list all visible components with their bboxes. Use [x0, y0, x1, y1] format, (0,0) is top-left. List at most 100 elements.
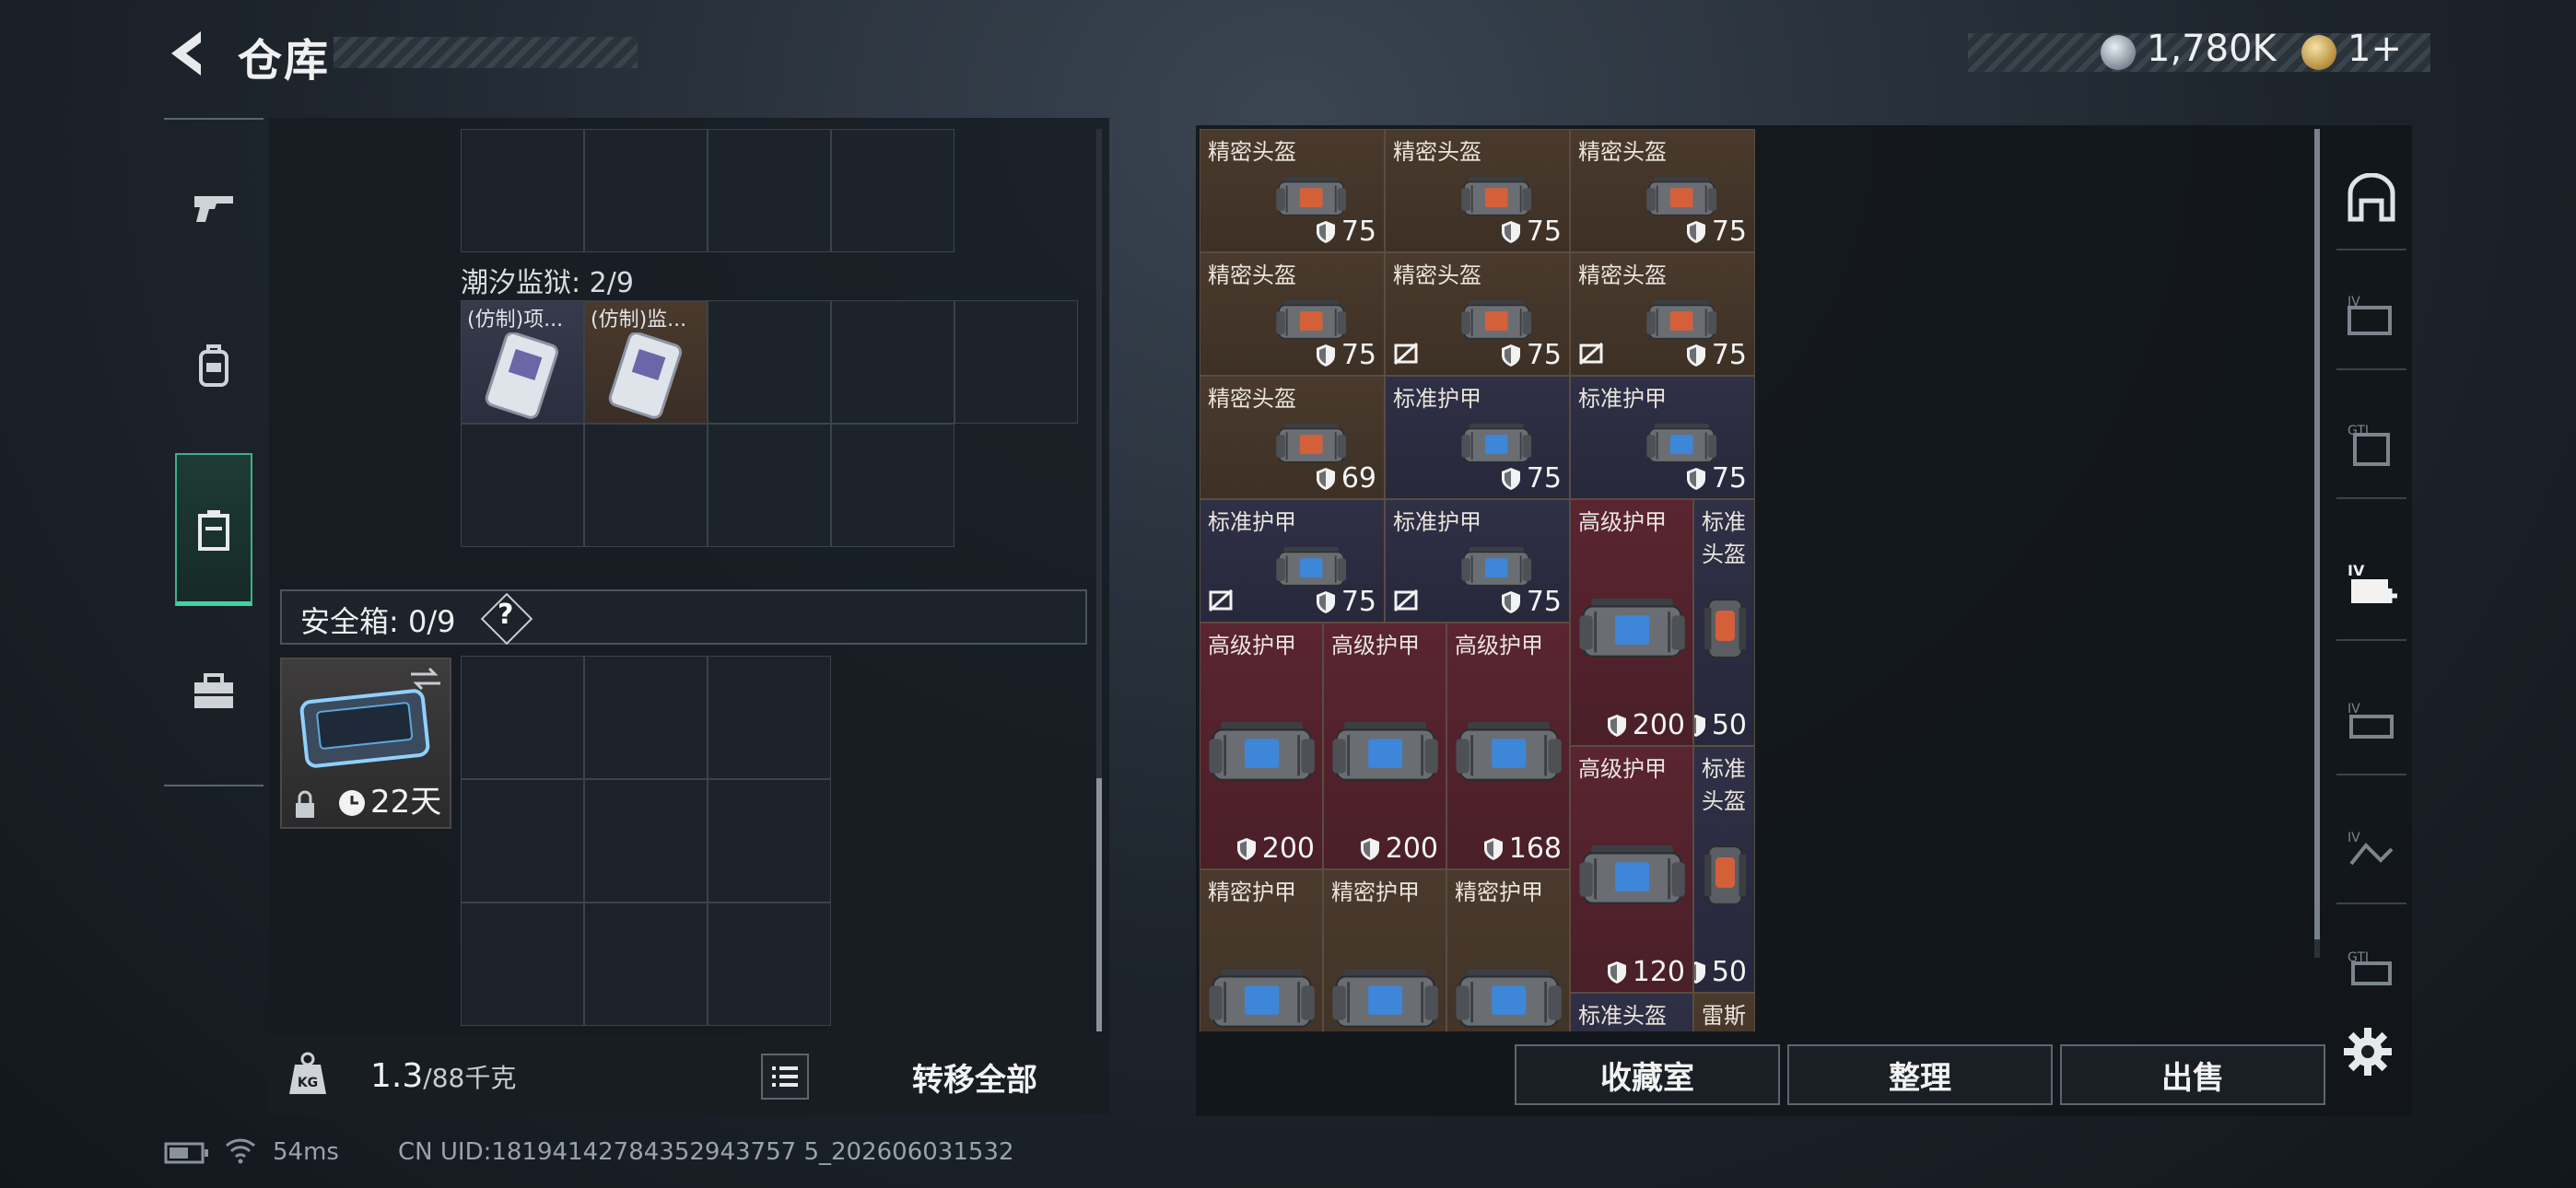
durability-value: 50	[1711, 709, 1747, 741]
item-name: 精密头盔	[1393, 262, 1481, 288]
grid-cell[interactable]	[708, 129, 831, 252]
stash-item[interactable]: 标准头盔	[1570, 993, 1693, 1031]
shield-icon	[1483, 837, 1503, 860]
gold-coin-icon	[2301, 35, 2336, 70]
stash-item[interactable]: 高级护甲 200	[1323, 623, 1446, 869]
grid-cell[interactable]	[708, 300, 831, 424]
filter-medical[interactable]: IV	[2336, 538, 2406, 641]
stash-item[interactable]: 标准头盔 50	[1693, 746, 1755, 993]
stash-item[interactable]: 精密护甲	[1323, 869, 1446, 1031]
grid-cell[interactable]	[461, 779, 584, 903]
shield-icon	[1607, 961, 1626, 984]
transfer-all-button[interactable]: 转移全部	[857, 1048, 1093, 1105]
svg-text:KG: KG	[298, 1076, 318, 1090]
stash-item[interactable]: 标准护甲 75	[1570, 376, 1755, 499]
filter-equipment[interactable]: IV	[2336, 801, 2406, 904]
stash-item[interactable]: 精密头盔 75	[1570, 129, 1755, 252]
stash-item[interactable]: 高级护甲 120	[1570, 746, 1693, 993]
shield-icon	[1501, 220, 1520, 243]
grid-cell[interactable]	[708, 779, 831, 903]
shield-icon	[1694, 714, 1705, 737]
gold-amount[interactable]: 1+	[2348, 28, 2402, 70]
settings-gear-icon[interactable]	[2340, 1024, 2395, 1079]
filter-attachments[interactable]: GTI	[2336, 396, 2406, 499]
stash-item[interactable]: 精密头盔 75	[1200, 129, 1385, 252]
stash-item[interactable]: 精密护甲	[1446, 869, 1570, 1031]
stash-item[interactable]: 精密头盔 75	[1385, 252, 1570, 376]
stash-item[interactable]: 高级护甲 200	[1570, 499, 1693, 746]
grid-cell[interactable]	[461, 656, 584, 779]
durability: 75	[1686, 462, 1747, 495]
stash-item[interactable]: 精密头盔 75	[1385, 129, 1570, 252]
grid-cell[interactable]	[954, 300, 1078, 424]
durability: 75	[1501, 586, 1562, 618]
safebox-slot[interactable]: 22天	[280, 658, 451, 829]
grid-cell[interactable]	[584, 656, 708, 779]
grid-cell[interactable]	[708, 903, 831, 1026]
list-view-button[interactable]	[761, 1054, 809, 1100]
no-trade-icon	[1393, 342, 1419, 366]
stash-scrollbar-thumb[interactable]	[2314, 129, 2320, 939]
stash-item[interactable]: 精密头盔 69	[1200, 376, 1385, 499]
collection-room-button[interactable]: 收藏室	[1515, 1044, 1780, 1105]
stash-item[interactable]: 标准护甲 75	[1385, 499, 1570, 623]
grid-cell[interactable]	[584, 424, 708, 547]
durability: 75	[1686, 339, 1747, 371]
misc-filter-icon: GTI	[2348, 950, 2392, 985]
case-icon	[198, 510, 229, 551]
stash-item[interactable]: 高级护甲 168	[1446, 623, 1570, 869]
no-trade-icon	[1393, 588, 1419, 612]
container-item[interactable]: (仿制)监...	[584, 300, 708, 424]
weapon-filter-icon: IV	[2348, 295, 2392, 335]
grid-cell[interactable]	[708, 424, 831, 547]
stash-item[interactable]: 标准护甲 75	[1385, 376, 1570, 499]
item-name: 标准护甲	[1393, 509, 1481, 535]
left-scrollbar-thumb[interactable]	[1096, 778, 1102, 1031]
tab-weapons[interactable]	[175, 166, 252, 249]
back-arrow-icon[interactable]	[164, 28, 212, 79]
grid-cell[interactable]	[831, 424, 954, 547]
tab-container[interactable]	[175, 488, 252, 571]
filter-weapons[interactable]: IV	[2336, 267, 2406, 370]
filter-ammo[interactable]: IV	[2336, 672, 2406, 775]
durability: 75	[1316, 339, 1376, 371]
grid-cell[interactable]	[584, 779, 708, 903]
filter-all[interactable]	[2336, 147, 2406, 250]
armor-icon	[1579, 596, 1686, 665]
vault-icon	[2348, 173, 2395, 222]
grid-cell[interactable]	[584, 903, 708, 1026]
grid-cell[interactable]	[461, 129, 584, 252]
shield-icon	[1686, 220, 1705, 243]
item-name: 高级护甲	[1578, 756, 1667, 782]
container-grid: (仿制)项... (仿制)监...	[461, 300, 1078, 547]
stash-item[interactable]: 标准护甲 75	[1200, 499, 1385, 623]
tab-backpack[interactable]	[175, 324, 252, 407]
stash-item[interactable]: 高级护甲 200	[1200, 623, 1323, 869]
stash-item[interactable]: 精密护甲	[1200, 869, 1323, 1031]
container-label: 潮汐监狱: 2/9	[461, 267, 634, 299]
durability-value: 75	[1711, 215, 1747, 248]
swap-icon[interactable]	[409, 665, 442, 693]
grid-cell[interactable]	[584, 129, 708, 252]
stash-item[interactable]: 标准头盔 50	[1693, 499, 1755, 746]
stash-item[interactable]: 精密头盔 75	[1200, 252, 1385, 376]
grid-cell[interactable]	[461, 903, 584, 1026]
stash-item[interactable]: 精密头盔 75	[1570, 252, 1755, 376]
grid-cell[interactable]	[831, 300, 954, 424]
wifi-icon	[225, 1138, 256, 1164]
list-icon	[772, 1066, 798, 1087]
tab-toolbox[interactable]	[175, 650, 252, 733]
armor-icon	[1579, 843, 1686, 912]
grid-cell[interactable]	[708, 656, 831, 779]
durability-value: 50	[1711, 956, 1747, 988]
stash-item[interactable]: 雷斯舞步	[1693, 993, 1755, 1031]
filter-misc[interactable]: GTI	[2336, 921, 2406, 1022]
organize-button[interactable]: 整理	[1787, 1044, 2053, 1105]
grid-cell[interactable]	[831, 129, 954, 252]
grid-cell[interactable]	[461, 424, 584, 547]
sell-button[interactable]: 出售	[2060, 1044, 2325, 1105]
help-icon[interactable]: ?	[498, 599, 513, 631]
container-item[interactable]: (仿制)项...	[461, 300, 584, 424]
item-name: 雷斯舞步	[1702, 1003, 1746, 1029]
item-name: 高级护甲	[1331, 633, 1420, 658]
